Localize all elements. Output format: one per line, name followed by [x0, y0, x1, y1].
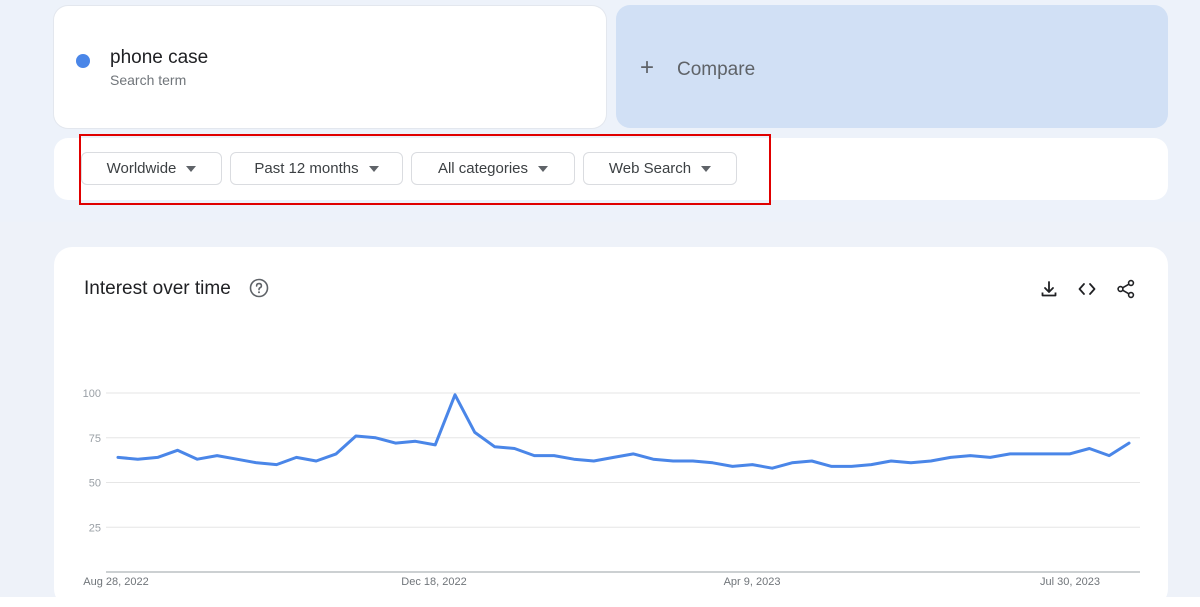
series-line-phone-case[interactable]: [116, 393, 1131, 470]
y-tick-label: 100: [83, 388, 101, 400]
x-tick-label: Dec 18, 2022: [401, 576, 466, 588]
y-tick-label: 75: [89, 433, 101, 445]
interest-line-chart: 100 75 50 25 Aug 28, 2022 Dec 18, 2022 Apr 9, …: [83, 388, 1140, 588]
x-tick-label: Jul 30, 2023: [1040, 576, 1100, 588]
y-tick-label: 25: [89, 522, 101, 534]
y-tick-label: 50: [89, 478, 101, 490]
x-tick-label: Apr 9, 2023: [724, 576, 781, 588]
x-tick-label: Aug 28, 2022: [83, 576, 148, 588]
